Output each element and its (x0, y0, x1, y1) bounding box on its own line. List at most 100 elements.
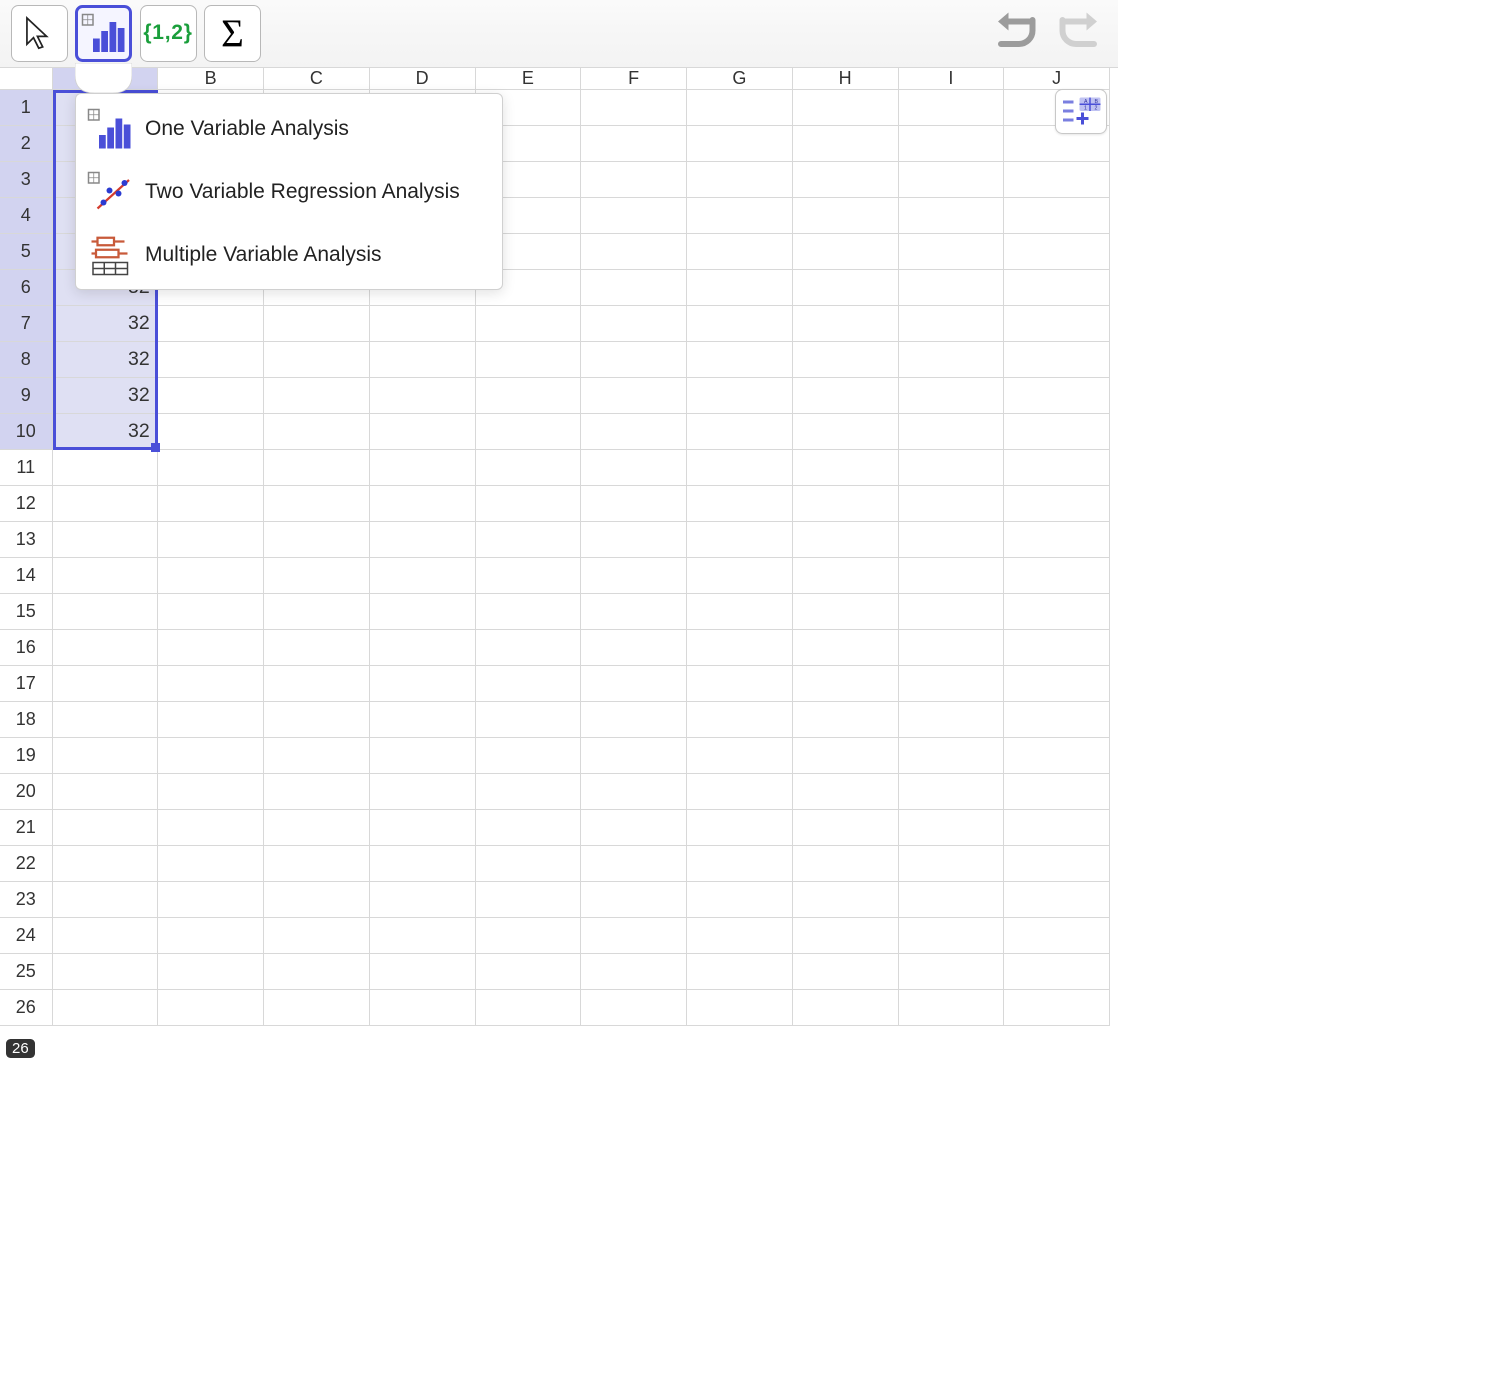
cell[interactable] (581, 450, 687, 486)
cell[interactable] (581, 342, 687, 378)
cell[interactable] (370, 522, 476, 558)
cell[interactable] (370, 342, 476, 378)
cell[interactable] (53, 738, 159, 774)
cell[interactable] (158, 666, 264, 702)
cell[interactable] (53, 702, 159, 738)
cell[interactable] (158, 378, 264, 414)
cell[interactable] (1004, 594, 1110, 630)
cell[interactable] (476, 342, 582, 378)
cell[interactable] (1004, 162, 1110, 198)
cell[interactable] (899, 594, 1005, 630)
cell[interactable] (687, 846, 793, 882)
cell[interactable] (687, 198, 793, 234)
cell[interactable] (264, 918, 370, 954)
row-header[interactable]: 14 (0, 558, 53, 594)
cell[interactable] (793, 270, 899, 306)
cell[interactable] (899, 522, 1005, 558)
list-tool-button[interactable]: {1,2} (140, 5, 197, 62)
cell[interactable] (687, 90, 793, 126)
cell[interactable] (581, 306, 687, 342)
row-header[interactable]: 5 (0, 234, 53, 270)
cell[interactable] (370, 414, 476, 450)
row-header[interactable]: 12 (0, 486, 53, 522)
cell[interactable] (1004, 630, 1110, 666)
cell[interactable] (581, 630, 687, 666)
cell[interactable] (581, 486, 687, 522)
one-variable-analysis-item[interactable]: One Variable Analysis (76, 97, 502, 160)
row-header[interactable]: 15 (0, 594, 53, 630)
cell[interactable] (581, 162, 687, 198)
row-header[interactable]: 10 (0, 414, 53, 450)
cell[interactable] (899, 738, 1005, 774)
cell[interactable] (1004, 738, 1110, 774)
cell[interactable] (1004, 558, 1110, 594)
cell[interactable] (476, 630, 582, 666)
column-header[interactable]: J (1004, 68, 1110, 91)
cell[interactable] (476, 558, 582, 594)
cell[interactable] (793, 990, 899, 1026)
cell[interactable] (370, 558, 476, 594)
cell[interactable] (581, 234, 687, 270)
cell[interactable] (476, 774, 582, 810)
cell[interactable] (1004, 306, 1110, 342)
cell[interactable] (899, 558, 1005, 594)
cell[interactable] (687, 594, 793, 630)
cell[interactable] (793, 378, 899, 414)
cell[interactable] (1004, 486, 1110, 522)
cell[interactable] (476, 738, 582, 774)
cell[interactable] (158, 882, 264, 918)
cell[interactable] (264, 810, 370, 846)
cell[interactable] (370, 810, 476, 846)
cell[interactable] (53, 666, 159, 702)
cell[interactable] (476, 306, 582, 342)
cell[interactable] (264, 558, 370, 594)
cell[interactable] (1004, 666, 1110, 702)
cell[interactable] (1004, 882, 1110, 918)
analysis-tool-button[interactable] (75, 5, 132, 62)
cell[interactable] (370, 954, 476, 990)
cell[interactable] (264, 306, 370, 342)
cell[interactable] (687, 702, 793, 738)
cell[interactable] (476, 810, 582, 846)
cell[interactable]: 32 (53, 306, 159, 342)
row-header[interactable]: 23 (0, 882, 53, 918)
cell[interactable] (370, 738, 476, 774)
cell[interactable] (793, 162, 899, 198)
cell[interactable] (793, 774, 899, 810)
cell[interactable] (158, 414, 264, 450)
row-header[interactable]: 2 (0, 126, 53, 162)
cell[interactable] (1004, 450, 1110, 486)
cell[interactable] (687, 738, 793, 774)
cell[interactable] (793, 702, 899, 738)
cell[interactable] (581, 558, 687, 594)
cell[interactable] (370, 666, 476, 702)
cell[interactable] (264, 882, 370, 918)
cell[interactable] (793, 594, 899, 630)
cell[interactable] (1004, 198, 1110, 234)
column-header[interactable]: D (370, 68, 476, 91)
cell[interactable] (264, 666, 370, 702)
cell[interactable] (370, 630, 476, 666)
cell[interactable] (264, 630, 370, 666)
cell[interactable] (581, 918, 687, 954)
row-header[interactable]: 17 (0, 666, 53, 702)
cell[interactable] (264, 522, 370, 558)
select-tool-button[interactable] (11, 5, 68, 62)
cell[interactable] (264, 846, 370, 882)
cell[interactable]: 32 (53, 342, 159, 378)
cell[interactable] (1004, 846, 1110, 882)
cell[interactable] (899, 378, 1005, 414)
cell[interactable] (370, 882, 476, 918)
cell[interactable] (1004, 990, 1110, 1026)
cell[interactable] (793, 954, 899, 990)
cell[interactable] (158, 594, 264, 630)
row-header[interactable]: 3 (0, 162, 53, 198)
cell[interactable] (264, 702, 370, 738)
cell[interactable] (793, 414, 899, 450)
cell[interactable] (158, 990, 264, 1026)
cell[interactable] (1004, 378, 1110, 414)
cell[interactable] (687, 630, 793, 666)
cell[interactable] (581, 846, 687, 882)
cell[interactable] (581, 594, 687, 630)
cell[interactable] (158, 342, 264, 378)
